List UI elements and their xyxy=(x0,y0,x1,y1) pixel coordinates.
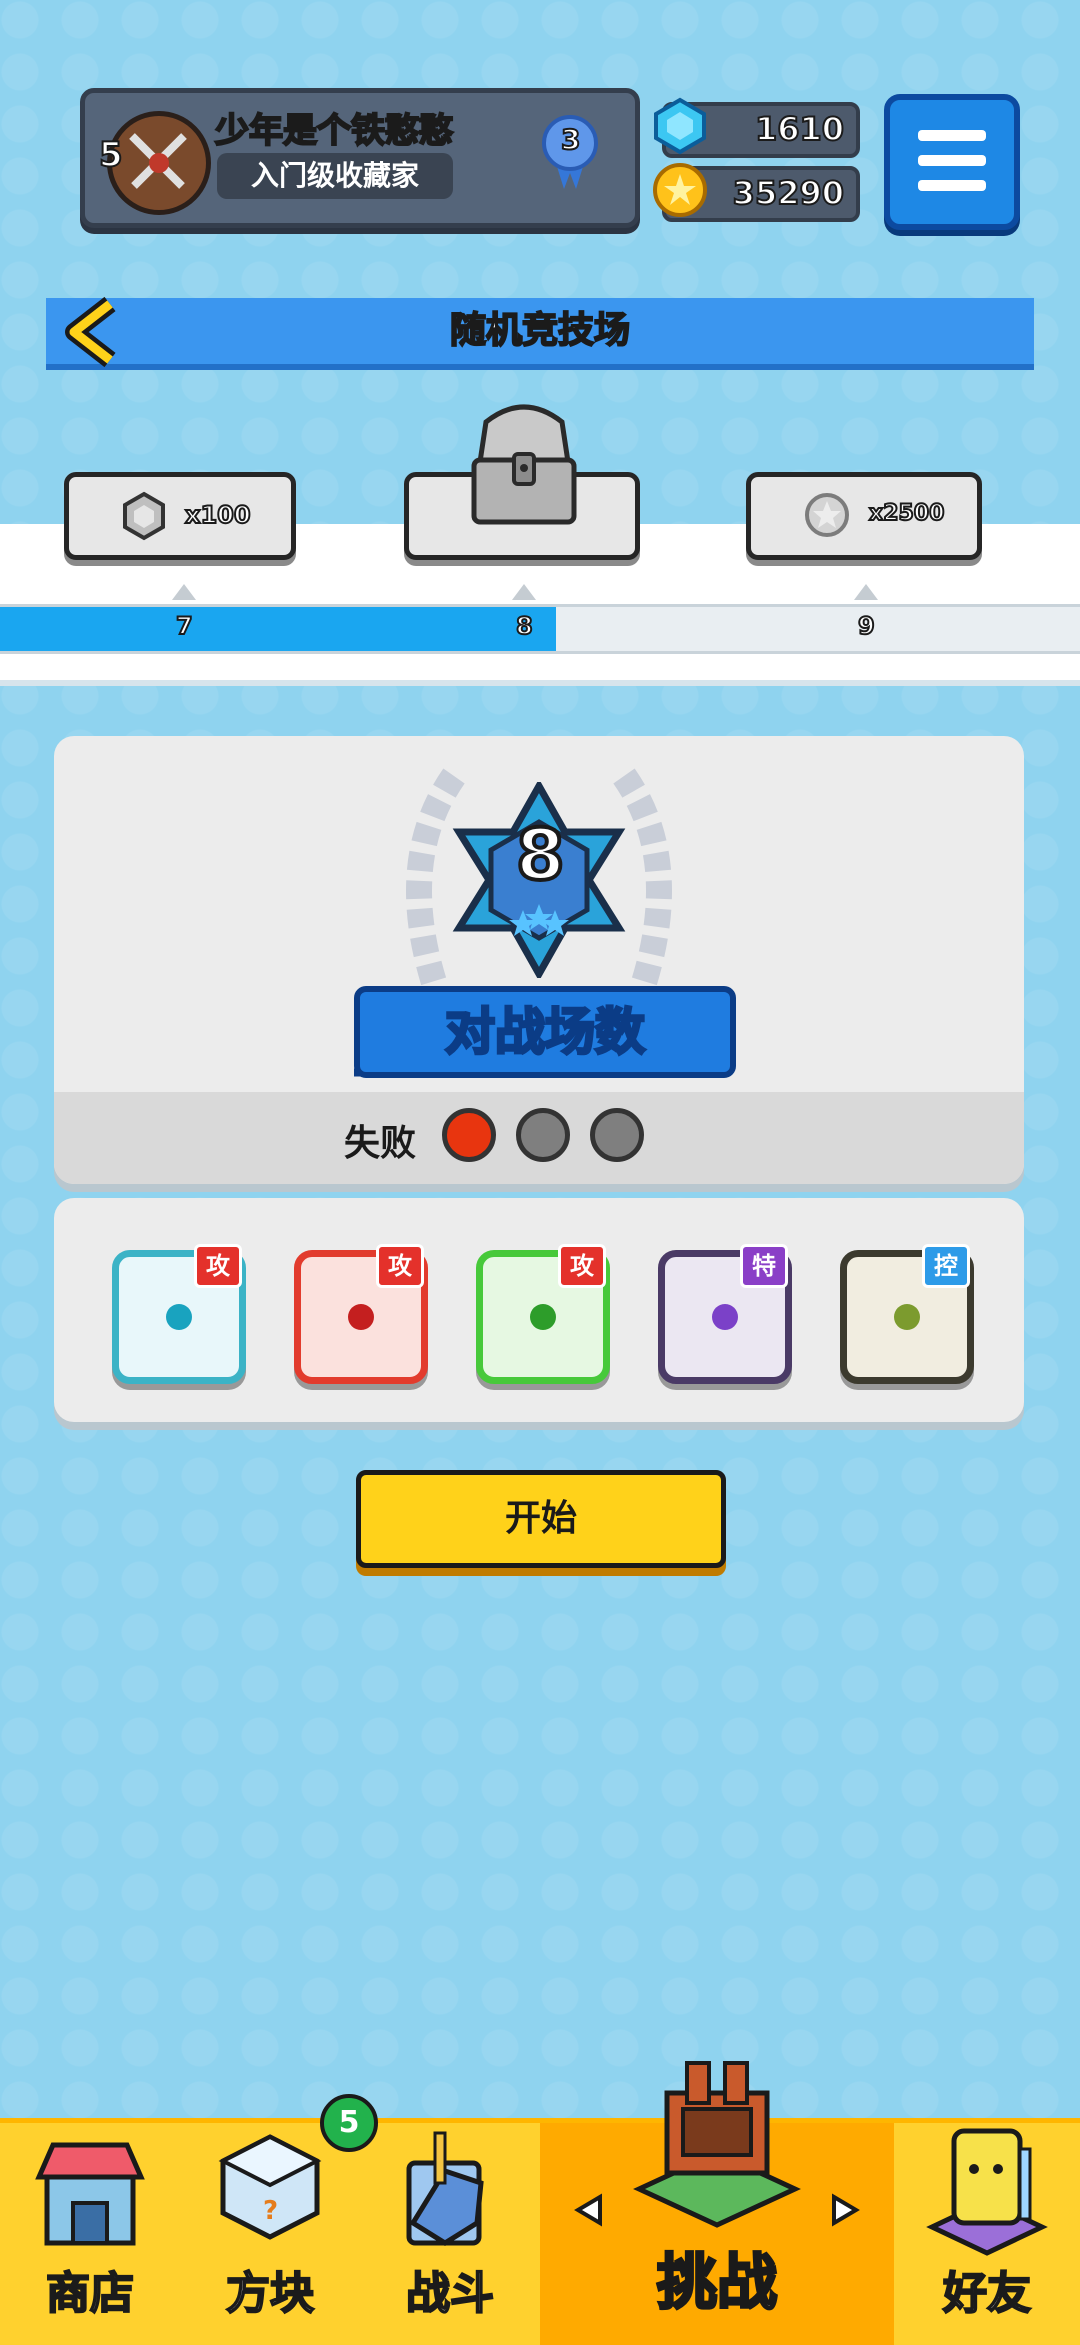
die-pip xyxy=(712,1304,738,1330)
shop-icon xyxy=(35,2142,145,2246)
special-tag: 特 xyxy=(740,1244,788,1288)
battle-icon xyxy=(406,2131,484,2246)
reward-amount: x100 xyxy=(184,500,252,530)
menu-icon xyxy=(918,130,986,141)
die-pip xyxy=(894,1304,920,1330)
hex-gem-icon xyxy=(123,491,165,541)
loss-dot-empty xyxy=(590,1108,644,1162)
nav-dice[interactable]: ? 方块 xyxy=(180,2123,360,2345)
tick-marker xyxy=(854,584,878,600)
nav-friends-label: 好友 xyxy=(942,2267,1032,2320)
battle-label: 对战场数 xyxy=(444,1002,647,1063)
dice-deck: 攻 攻 攻 特 控 xyxy=(54,1198,1024,1422)
progress-fill xyxy=(0,607,557,651)
reward-amount: x2500 xyxy=(868,500,945,527)
bottom-nav: 商店 ? 方块 战斗 挑战 好友 xyxy=(0,2061,1080,2345)
nav-friends[interactable]: 好友 xyxy=(894,2123,1080,2345)
tick-marker xyxy=(512,584,536,600)
tick-label: 7 xyxy=(175,611,194,641)
reward-slot-9[interactable]: x2500 xyxy=(746,472,982,560)
die-pip xyxy=(348,1304,374,1330)
control-tag: 控 xyxy=(922,1244,970,1288)
attack-tag: 攻 xyxy=(194,1244,242,1288)
tick-label: 8 xyxy=(515,611,534,641)
challenge-board-icon xyxy=(633,2061,801,2228)
attack-tag: 攻 xyxy=(558,1244,606,1288)
nav-shop-label: 商店 xyxy=(45,2267,135,2320)
menu-icon-line xyxy=(918,180,986,191)
gold-coin-icon xyxy=(653,163,707,217)
nav-shop[interactable]: 商店 xyxy=(0,2123,180,2345)
page-title: 随机竞技场 xyxy=(449,309,631,352)
profile-card[interactable]: 5 少年是个铁憨憨 入门级收藏家 3 xyxy=(80,88,640,228)
left-arrow-icon[interactable] xyxy=(574,2193,604,2227)
loss-dot-empty xyxy=(516,1108,570,1162)
progress-bar xyxy=(0,604,1080,654)
nav-challenge-label: 挑战 xyxy=(656,2247,779,2320)
crossed-swords-icon xyxy=(129,133,187,189)
start-label: 开始 xyxy=(504,1498,577,1539)
notification-badge: 5 xyxy=(320,2094,378,2152)
menu-button[interactable] xyxy=(884,94,1020,230)
treasure-chest-icon xyxy=(471,404,577,525)
battle-banner: 对战场数 xyxy=(354,986,736,1078)
die-pip xyxy=(166,1304,192,1330)
friends-icon xyxy=(926,2128,1048,2256)
rank-number: 3 xyxy=(560,122,582,157)
loss-label: 失败 xyxy=(344,1123,417,1164)
svg-text:?: ? xyxy=(263,2196,278,2226)
back-arrow-icon[interactable] xyxy=(58,296,124,368)
die-pip xyxy=(530,1304,556,1330)
attack-tag: 攻 xyxy=(376,1244,424,1288)
rank-badge[interactable]: 3 xyxy=(540,113,600,189)
arena-header: 随机竞技场 xyxy=(46,298,1034,370)
player-name: 少年是个铁憨憨 xyxy=(214,110,454,152)
player-title: 入门级收藏家 xyxy=(217,153,453,199)
battle-card: 8 对战场数 失败 xyxy=(54,736,1024,1184)
nav-battle[interactable]: 战斗 xyxy=(360,2123,540,2345)
loss-row: 失败 xyxy=(54,1092,1024,1184)
menu-icon-line xyxy=(918,155,986,166)
nav-dice-label: 方块 xyxy=(225,2267,315,2320)
nav-battle-label: 战斗 xyxy=(405,2267,495,2320)
tick-marker xyxy=(172,584,196,600)
level-number: 5 xyxy=(98,134,124,176)
gem-count: 1610 xyxy=(754,109,845,149)
battle-count: 8 xyxy=(514,812,567,898)
silver-coin-icon xyxy=(805,493,849,537)
reward-slot-7[interactable]: x100 xyxy=(64,472,296,560)
loss-dot-used xyxy=(442,1108,496,1162)
gold-count: 35290 xyxy=(732,173,845,213)
gem-icon xyxy=(654,97,706,155)
dice-box-icon: ? xyxy=(218,2134,322,2240)
start-button[interactable]: 开始 xyxy=(356,1470,726,1568)
tick-label: 9 xyxy=(857,611,876,641)
right-arrow-icon[interactable] xyxy=(830,2193,860,2227)
nav-challenge[interactable]: 挑战 xyxy=(540,2061,894,2345)
